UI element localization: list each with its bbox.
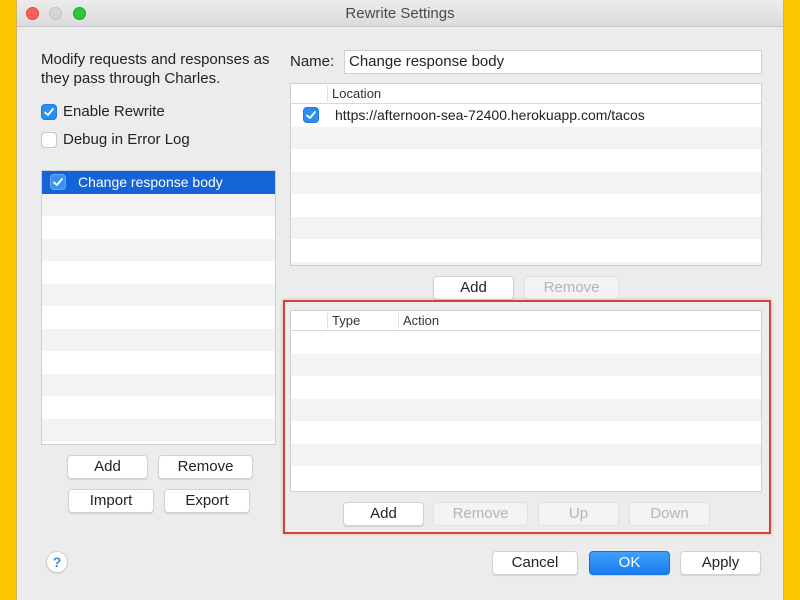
move-down-button[interactable]: Down (629, 502, 710, 526)
name-label: Name: (290, 53, 335, 70)
description-text: Modify requests and responses as they pa… (41, 51, 270, 87)
empty-row (42, 418, 275, 441)
rule-set-enabled-checkbox[interactable] (50, 174, 66, 191)
remove-location-button[interactable]: Remove (524, 276, 619, 300)
remove-rule-set-button[interactable]: Remove (158, 455, 253, 479)
empty-row (291, 171, 761, 194)
location-column-header[interactable]: Location (327, 86, 381, 102)
empty-row (42, 261, 275, 284)
list-item[interactable]: Change response body (42, 171, 275, 194)
empty-row (42, 351, 275, 374)
name-input[interactable]: Change response body (344, 50, 762, 74)
empty-row (291, 398, 761, 421)
add-location-button[interactable]: Add (433, 276, 514, 300)
table-row[interactable]: https://afternoon-sea-72400.herokuapp.co… (291, 104, 761, 127)
location-url: https://afternoon-sea-72400.herokuapp.co… (335, 107, 645, 124)
debug-error-log-checkbox[interactable]: Debug in Error Log (41, 131, 190, 148)
apply-button[interactable]: Apply (680, 551, 761, 575)
empty-row (42, 283, 275, 306)
import-button[interactable]: Import (68, 489, 154, 513)
add-rule-set-button[interactable]: Add (67, 455, 148, 479)
add-rule-button[interactable]: Add (343, 502, 424, 526)
empty-row (291, 353, 761, 376)
location-table-header: Location (291, 84, 761, 104)
window-title: Rewrite Settings (345, 5, 455, 22)
action-column-header[interactable]: Action (398, 313, 439, 329)
empty-row (291, 376, 761, 399)
location-enabled-checkbox[interactable] (303, 107, 319, 124)
empty-row (42, 306, 275, 329)
empty-row (291, 466, 761, 489)
move-up-button[interactable]: Up (538, 502, 619, 526)
empty-row (42, 238, 275, 261)
empty-row (42, 328, 275, 351)
enable-rewrite-checkbox[interactable]: Enable Rewrite (41, 103, 165, 120)
location-table[interactable]: Location https://afternoon-sea-72400.her… (290, 83, 762, 266)
empty-row (291, 331, 761, 354)
empty-row (42, 373, 275, 396)
empty-row (291, 261, 761, 265)
rule-set-label: Change response body (78, 174, 223, 191)
cancel-button[interactable]: Cancel (492, 551, 578, 575)
checkbox-checked-icon (41, 103, 57, 120)
checkbox-unchecked-icon (41, 131, 57, 148)
empty-row (42, 441, 275, 444)
empty-row (291, 216, 761, 239)
remove-rule-button[interactable]: Remove (433, 502, 528, 526)
type-column-header[interactable]: Type (327, 313, 360, 329)
empty-row (291, 126, 761, 149)
help-button[interactable]: ? (46, 551, 68, 573)
rules-table[interactable]: Type Action (290, 310, 762, 492)
debug-error-log-label: Debug in Error Log (63, 131, 190, 148)
export-button[interactable]: Export (164, 489, 250, 513)
empty-row (42, 216, 275, 239)
empty-row (291, 443, 761, 466)
ok-button[interactable]: OK (589, 551, 670, 575)
title-bar: Rewrite Settings (17, 0, 783, 27)
empty-row (291, 239, 761, 262)
empty-row (291, 194, 761, 217)
empty-row (42, 396, 275, 419)
rules-table-header: Type Action (291, 311, 761, 331)
empty-row (291, 421, 761, 444)
rewrite-settings-window: Rewrite Settings Modify requests and res… (16, 0, 784, 600)
empty-row (291, 149, 761, 172)
enable-rewrite-label: Enable Rewrite (63, 103, 165, 120)
empty-row (42, 193, 275, 216)
rule-set-list[interactable]: Change response body (41, 170, 276, 445)
